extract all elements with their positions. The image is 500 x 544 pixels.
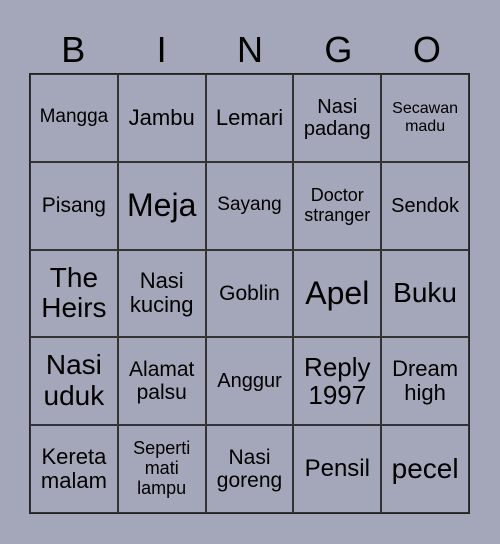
bingo-cell[interactable]: Buku	[381, 249, 469, 338]
bingo-cell[interactable]: Kereta malam	[30, 425, 118, 513]
bingo-cell[interactable]: Nasi kucing	[117, 249, 206, 338]
header-letter-b: B	[61, 29, 86, 70]
bingo-cell[interactable]: Lemari	[205, 74, 294, 162]
header-letter-n: N	[237, 29, 264, 70]
bingo-cell[interactable]: Seperti mati lampu	[117, 425, 206, 513]
bingo-card-grid: Mangga Jambu Lemari Nasi padang Secawan madu…	[29, 73, 470, 514]
bingo-cell[interactable]: Anggur	[205, 337, 294, 426]
bingo-cell[interactable]: Sendok	[381, 161, 469, 250]
header-letter-g: G	[324, 29, 353, 70]
bingo-cell[interactable]: Secawan madu	[381, 74, 469, 162]
bingo-cell[interactable]: Meja	[117, 161, 206, 250]
bingo-cell[interactable]: Goblin	[205, 249, 294, 338]
bingo-cell[interactable]: Mangga	[30, 74, 118, 162]
header-letter-o: O	[412, 29, 441, 70]
bingo-cell[interactable]: Sayang	[205, 161, 294, 250]
bingo-cell[interactable]: Pisang	[30, 161, 118, 250]
bingo-cell[interactable]: Nasi padang	[293, 74, 382, 162]
header-letter-i: I	[156, 29, 167, 70]
bingo-cell[interactable]: Dream high	[381, 337, 469, 426]
bingo-cell[interactable]: The Heirs	[30, 249, 118, 338]
bingo-cell[interactable]: Reply 1997	[293, 337, 382, 426]
bingo-cell[interactable]: Alamat palsu	[117, 337, 206, 426]
bingo-cell[interactable]: Apel	[293, 249, 382, 338]
bingo-cell[interactable]: Pensil	[293, 425, 382, 513]
bingo-cell[interactable]: pecel	[381, 425, 469, 513]
bingo-cell[interactable]: Doctor stranger	[293, 161, 382, 250]
bingo-cell[interactable]: Jambu	[117, 74, 206, 162]
bingo-cell[interactable]: Nasi goreng	[205, 425, 294, 513]
bingo-cell[interactable]: Nasi uduk	[30, 337, 118, 426]
bingo-header: B I N G O	[29, 28, 471, 72]
